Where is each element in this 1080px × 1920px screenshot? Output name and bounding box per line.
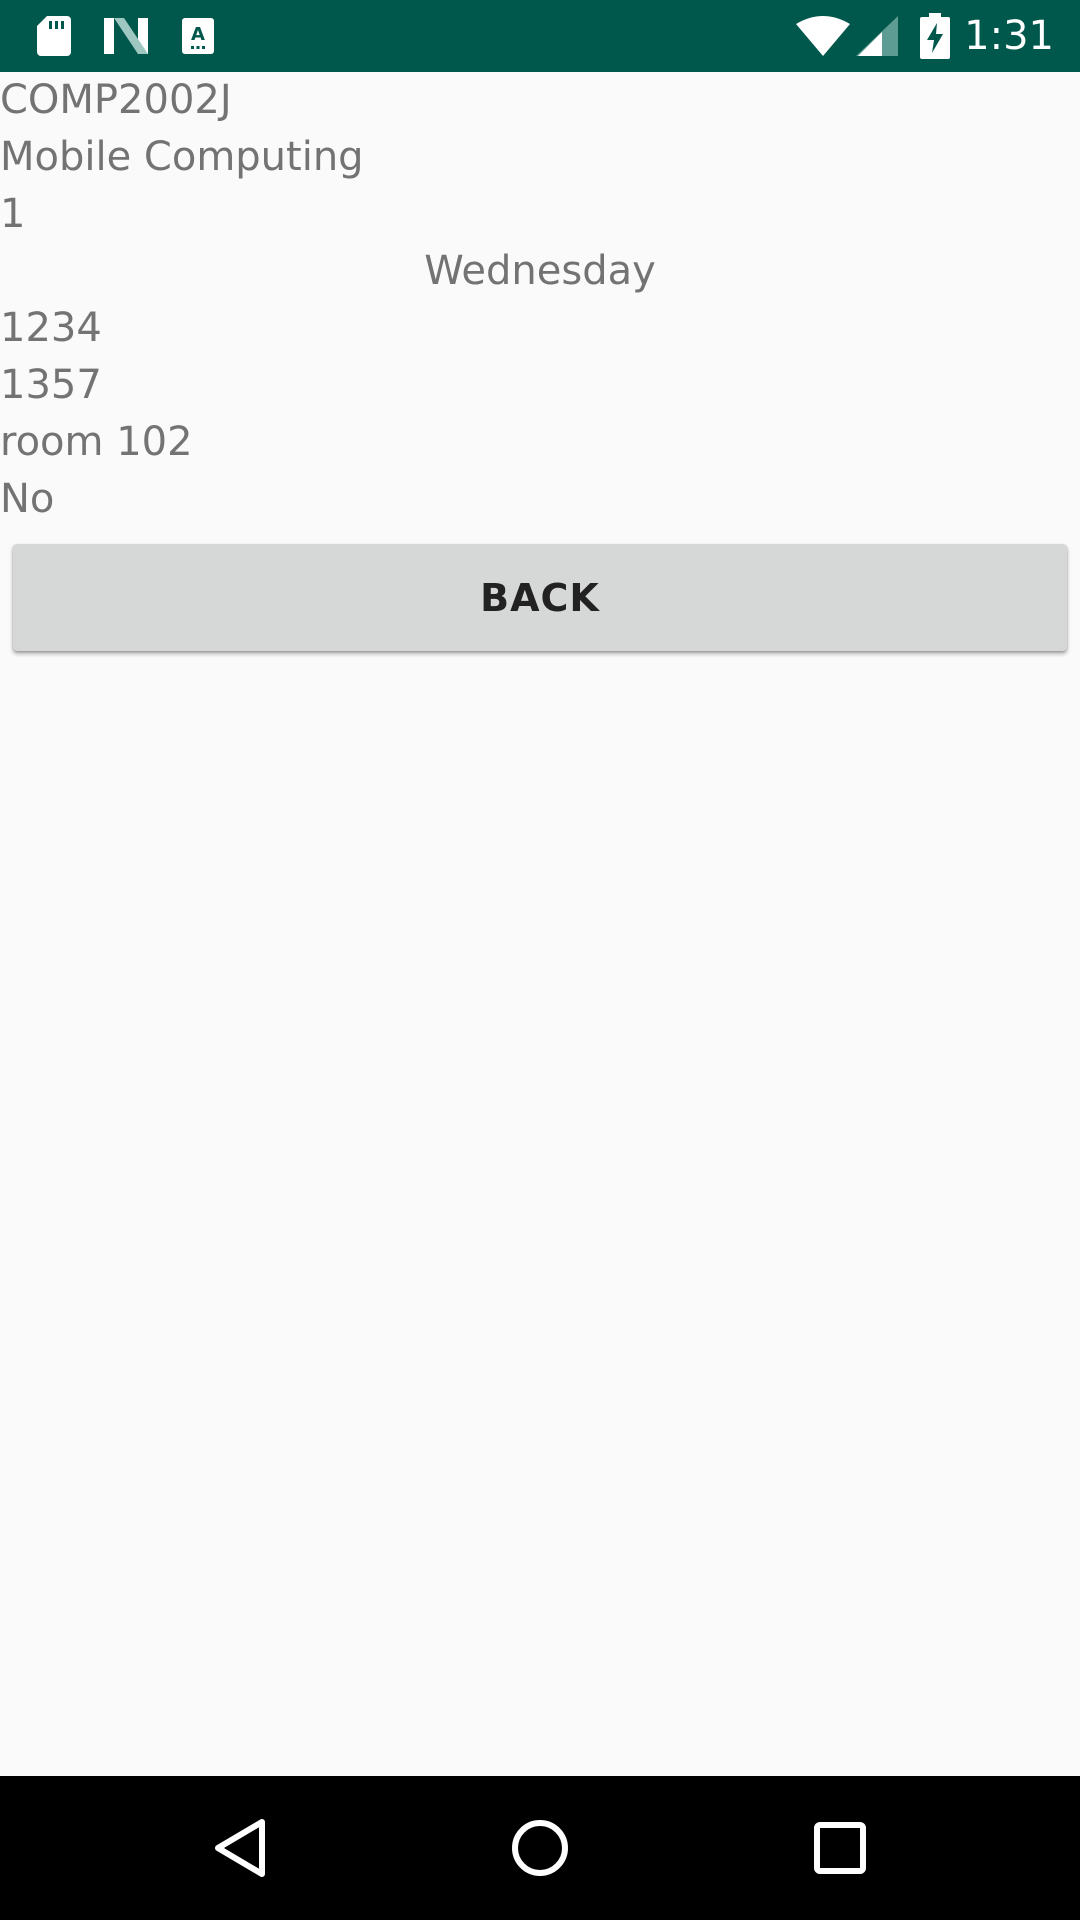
course-day: Wednesday bbox=[424, 248, 656, 294]
course-name: Mobile Computing bbox=[0, 134, 364, 180]
status-bar: A 1:31 bbox=[0, 0, 1080, 72]
start-time: 1234 bbox=[0, 305, 102, 351]
nav-recents-icon[interactable] bbox=[770, 1776, 910, 1920]
nav-home-icon[interactable] bbox=[470, 1776, 610, 1920]
nav-back-icon[interactable] bbox=[170, 1776, 310, 1920]
course-code: COMP2002J bbox=[0, 77, 232, 123]
signal-icon bbox=[856, 0, 898, 72]
autofill-icon: A bbox=[182, 0, 214, 72]
wifi-icon bbox=[796, 0, 850, 72]
course-flag: No bbox=[0, 476, 55, 522]
svg-text:A: A bbox=[191, 24, 205, 45]
battery-charging-icon bbox=[920, 0, 950, 72]
back-button[interactable]: BACK bbox=[13, 544, 1067, 651]
sd-card-icon bbox=[36, 0, 72, 72]
course-room: room 102 bbox=[0, 419, 193, 465]
end-time: 1357 bbox=[0, 362, 102, 408]
n-logo-icon bbox=[104, 0, 148, 72]
status-time: 1:31 bbox=[964, 13, 1054, 59]
course-number: 1 bbox=[0, 191, 26, 237]
navigation-bar bbox=[0, 1776, 1080, 1920]
back-button-label: BACK bbox=[480, 575, 600, 620]
content-area: COMP2002J Mobile Computing 1 Wednesday 1… bbox=[0, 72, 1080, 1776]
